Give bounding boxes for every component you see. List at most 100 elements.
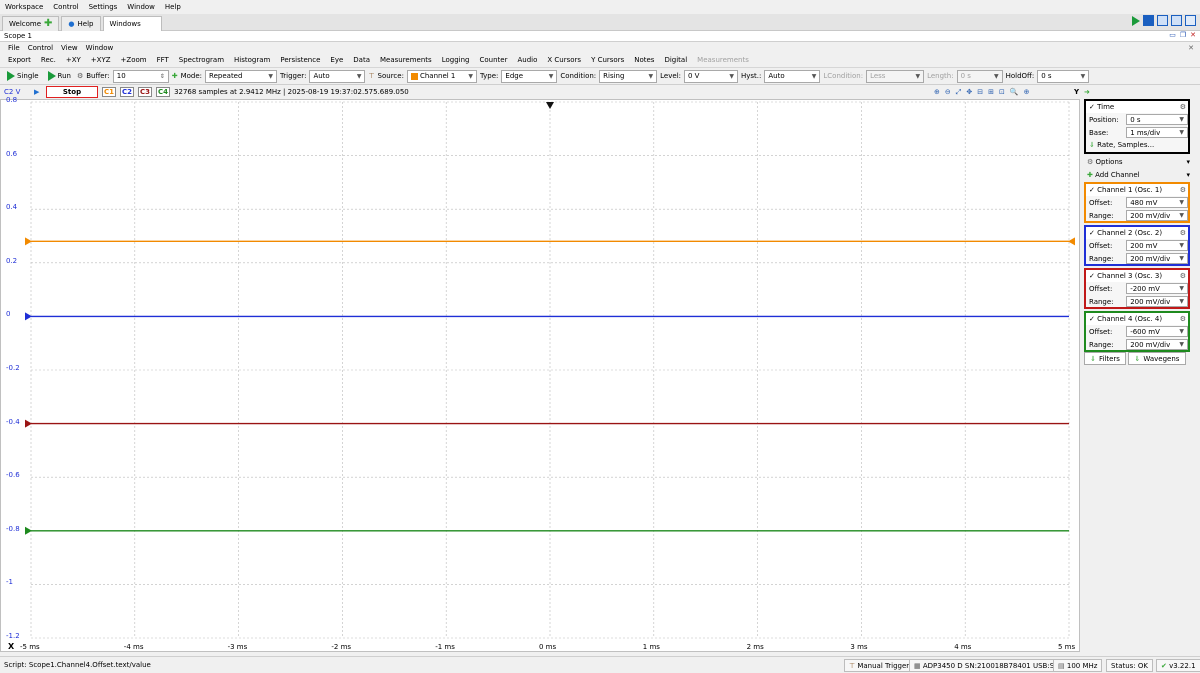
feature-persistence[interactable]: Persistence xyxy=(275,54,325,67)
device-status[interactable]: ▦ ADP3450 D SN:210018B78401 USB:ST xyxy=(909,659,1064,672)
channel-tag-c1[interactable]: C1 xyxy=(102,87,117,97)
connection-status[interactable]: Status: OK xyxy=(1106,659,1153,672)
menu-workspace[interactable]: Workspace xyxy=(0,1,48,14)
feature-export[interactable]: Export xyxy=(4,54,36,67)
close-icon[interactable]: ✕ xyxy=(1190,31,1196,39)
channel-offset-input[interactable]: 480 mV ▼ xyxy=(1126,197,1188,208)
arrow-right-icon[interactable]: ➜ xyxy=(1084,88,1090,96)
zoom-out-icon[interactable]: ⊟ xyxy=(977,88,983,97)
stack-icon[interactable] xyxy=(1185,15,1196,26)
hyst-select[interactable]: Auto ▼ xyxy=(764,69,821,83)
feature-histogram[interactable]: Histogram xyxy=(229,54,275,67)
menu-settings[interactable]: Settings xyxy=(84,1,123,14)
mode-select[interactable]: Repeated ▼ xyxy=(205,69,278,83)
channel-panel-header[interactable]: ✓ Channel 2 (Osc. 2) ⚙ xyxy=(1086,227,1188,239)
channel-panel-header[interactable]: ✓ Channel 3 (Osc. 3) ⚙ xyxy=(1086,270,1188,282)
settings-icon[interactable]: ⚙ xyxy=(1180,315,1188,323)
submenu-file[interactable]: File xyxy=(4,42,24,55)
close-icon[interactable]: ✕ xyxy=(1188,44,1194,52)
frequency-status[interactable]: ▤ 100 MHz xyxy=(1053,659,1103,672)
run-all-icon[interactable] xyxy=(1132,16,1140,26)
feature-audio[interactable]: Audio xyxy=(512,54,542,67)
channel-panel-header[interactable]: ✓ Channel 1 (Osc. 1) ⚙ xyxy=(1086,184,1188,196)
stop-button[interactable]: Stop xyxy=(46,86,98,98)
feature-zoom[interactable]: +Zoom xyxy=(116,54,152,67)
version-status[interactable]: ✔ v3.22.1 xyxy=(1156,659,1200,672)
y-axis-button[interactable]: Y xyxy=(1074,88,1079,96)
feature-digital[interactable]: Digital xyxy=(659,54,692,67)
channel-range-input[interactable]: 200 mV/div ▼ xyxy=(1126,253,1188,264)
channel-range-input[interactable]: 200 mV/div ▼ xyxy=(1126,339,1188,350)
zoom-fit-icon[interactable]: ⤢ xyxy=(956,88,962,97)
zoom-reset-icon[interactable]: ⊡ xyxy=(999,88,1005,97)
stop-all-icon[interactable] xyxy=(1143,15,1154,26)
x-axis-button[interactable]: X xyxy=(8,642,14,651)
pan-icon[interactable]: ✥ xyxy=(966,88,972,97)
zoom-y-icon[interactable]: ⊕ xyxy=(1024,88,1030,97)
filters-button[interactable]: ⇓ Filters xyxy=(1084,352,1126,365)
feature-y-cursors[interactable]: Y Cursors xyxy=(586,54,629,67)
feature-measurements[interactable]: Measurements xyxy=(375,54,437,67)
windows-icon[interactable] xyxy=(1157,15,1168,26)
time-base-input[interactable]: 1 ms/div ▼ xyxy=(1126,127,1188,138)
condition-select[interactable]: Rising ▼ xyxy=(599,69,658,83)
menu-window[interactable]: Window xyxy=(122,1,160,14)
channel-offset-input[interactable]: -600 mV ▼ xyxy=(1126,326,1188,337)
feature-eye[interactable]: Eye xyxy=(325,54,348,67)
type-select[interactable]: Edge ▼ xyxy=(501,69,558,83)
holdoff-input[interactable]: 0 s ▼ xyxy=(1037,69,1090,83)
channel-tag-c3[interactable]: C3 xyxy=(138,87,153,97)
scope-plot[interactable] xyxy=(25,101,1075,639)
settings-icon[interactable]: ⚙ xyxy=(1180,272,1188,280)
submenu-view[interactable]: View xyxy=(57,42,82,55)
feature-data[interactable]: Data xyxy=(348,54,375,67)
channel-range-input[interactable]: 200 mV/div ▼ xyxy=(1126,296,1188,307)
feature-rec[interactable]: Rec. xyxy=(36,54,61,67)
layout-icon[interactable] xyxy=(1171,15,1182,26)
rate-samples-button[interactable]: ⇓ Rate, Samples... xyxy=(1086,139,1188,151)
plot-area[interactable] xyxy=(0,99,1080,652)
search-icon[interactable]: 🔍 xyxy=(1010,88,1019,97)
feature-x-cursors[interactable]: X Cursors xyxy=(542,54,586,67)
buffer-input[interactable]: 10 ⇕ xyxy=(112,69,169,83)
axis-channel-label[interactable]: C2 V xyxy=(4,88,30,96)
menu-control[interactable]: Control xyxy=(48,1,83,14)
feature-xy[interactable]: +XY xyxy=(61,54,86,67)
settings-icon[interactable]: ⚙ xyxy=(1180,103,1188,111)
manual-trigger-button[interactable]: ⊤ Manual Trigger xyxy=(844,659,915,672)
feature-xyz[interactable]: +XYZ xyxy=(86,54,116,67)
settings-icon[interactable]: ⚙ xyxy=(1180,229,1188,237)
minimize-icon[interactable]: ▭ xyxy=(1169,31,1176,39)
wavegens-button[interactable]: ⇓ Wavegens xyxy=(1128,352,1186,365)
feature-logging[interactable]: Logging xyxy=(437,54,475,67)
channel-tag-c2[interactable]: C2 xyxy=(120,87,135,97)
time-position-input[interactable]: 0 s ▼ xyxy=(1126,114,1188,125)
plus-icon[interactable]: ✚ xyxy=(44,18,52,29)
level-input[interactable]: 0 V ▼ xyxy=(684,69,738,83)
channel-range-input[interactable]: 200 mV/div ▼ xyxy=(1126,210,1188,221)
auto-scale-icon[interactable]: ⊞ xyxy=(988,88,994,97)
options-button[interactable]: ⚙ Options ▾ xyxy=(1084,156,1190,168)
tab-help[interactable]: ● Help xyxy=(61,15,101,31)
play-icon[interactable]: ▶ xyxy=(34,88,42,96)
submenu-control[interactable]: Control xyxy=(24,42,57,55)
channel-tag-c4[interactable]: C4 xyxy=(156,87,171,97)
restore-icon[interactable]: ❐ xyxy=(1180,31,1186,39)
channel-offset-input[interactable]: -200 mV ▼ xyxy=(1126,283,1188,294)
submenu-window[interactable]: Window xyxy=(82,42,118,55)
run-button[interactable]: Run xyxy=(45,71,74,81)
menu-help[interactable]: Help xyxy=(160,1,186,14)
single-button[interactable]: Single xyxy=(4,71,42,81)
zoom-in-icon[interactable]: ⊕ xyxy=(934,88,940,97)
tab-welcome[interactable]: Welcome ✚ xyxy=(2,15,60,31)
channel-offset-input[interactable]: 200 mV ▼ xyxy=(1126,240,1188,251)
feature-notes[interactable]: Notes xyxy=(629,54,659,67)
tab-windows[interactable]: Windows xyxy=(102,15,162,31)
add-channel-button[interactable]: ✚ Add Channel ▾ xyxy=(1084,169,1190,181)
settings-icon[interactable]: ⚙ xyxy=(1180,186,1188,194)
channel-panel-header[interactable]: ✓ Channel 4 (Osc. 4) ⚙ xyxy=(1086,313,1188,325)
feature-counter[interactable]: Counter xyxy=(474,54,512,67)
feature-spectrogram[interactable]: Spectrogram xyxy=(174,54,229,67)
time-panel-header[interactable]: ✓ Time ⚙ xyxy=(1086,101,1188,113)
source-select[interactable]: Channel 1 ▼ xyxy=(406,69,477,83)
